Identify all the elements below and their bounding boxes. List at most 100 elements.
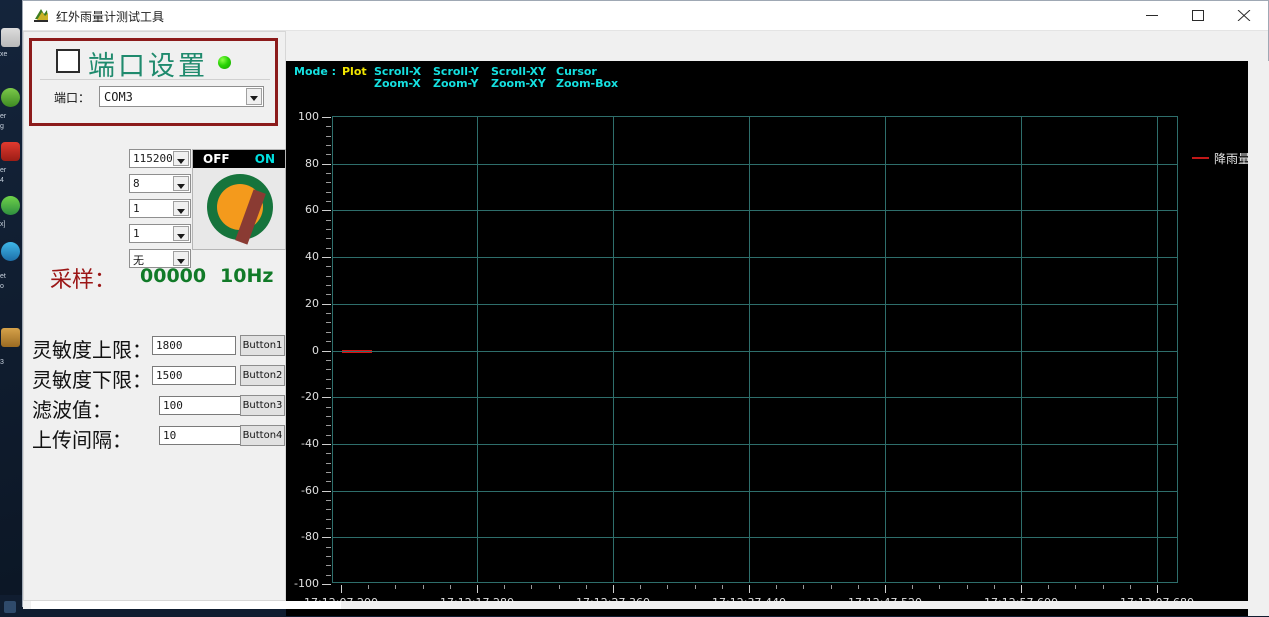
- chevron-down-icon[interactable]: [173, 226, 189, 241]
- y-axis-tick: [322, 210, 331, 211]
- y-axis-minor-tick: [326, 575, 331, 576]
- desktop-icon[interactable]: [1, 242, 20, 261]
- taskbar-item[interactable]: [4, 601, 16, 613]
- y-axis-label: -40: [301, 437, 319, 450]
- filter-value-input[interactable]: 100: [159, 396, 243, 415]
- y-axis-label: -20: [301, 390, 319, 403]
- status-strip-field: [31, 601, 341, 609]
- y-axis-minor-tick: [326, 565, 331, 566]
- button2[interactable]: Button2: [240, 365, 285, 386]
- y-axis-minor-tick: [326, 266, 331, 267]
- button4[interactable]: Button4: [240, 425, 285, 446]
- y-axis-minor-tick: [326, 453, 331, 454]
- x-axis-minor-tick: [368, 585, 369, 589]
- chevron-down-icon[interactable]: [246, 88, 262, 105]
- y-axis-minor-tick: [326, 126, 331, 127]
- y-axis-tick: [322, 164, 331, 165]
- chart-plot-area[interactable]: 100806040200-20-40-60-80-10017:12:07.200…: [294, 110, 1194, 609]
- sensitivity-upper-label: 灵敏度上限：: [32, 338, 152, 362]
- status-led-icon: [218, 56, 231, 69]
- port-settings-group: 端口设置 端口： COM3: [29, 38, 278, 126]
- filter-value-row: 滤波值： 100 Button3: [24, 392, 287, 422]
- x-axis-minor-tick: [1048, 585, 1049, 589]
- desktop-icon-label: g: [0, 123, 4, 130]
- x-axis-tick: [1157, 585, 1158, 593]
- power-switch[interactable]: OFF ON: [192, 149, 286, 250]
- grid-line-vertical: [477, 117, 478, 582]
- port-enable-checkbox[interactable]: [56, 49, 80, 73]
- y-axis-label: 100: [298, 110, 319, 123]
- desktop-icon-label: 4: [0, 177, 4, 184]
- minimize-button[interactable]: [1130, 1, 1176, 30]
- port-select[interactable]: COM3: [99, 86, 264, 107]
- y-axis-tick: [322, 537, 331, 538]
- grid-line-horizontal: [333, 164, 1177, 165]
- x-axis-tick: [885, 585, 886, 593]
- x-axis-minor-tick: [912, 585, 913, 589]
- rotary-knob-icon[interactable]: [207, 174, 273, 245]
- desktop-icon[interactable]: [1, 88, 20, 107]
- x-axis-minor-tick: [858, 585, 859, 589]
- x-axis-tick: [613, 585, 614, 593]
- knob-slot: [235, 189, 266, 245]
- grid-line-vertical: [613, 117, 614, 582]
- knob-inner: [217, 184, 266, 245]
- filter-value-value: 100: [163, 399, 183, 412]
- desktop-icon[interactable]: [1, 142, 20, 161]
- sensitivity-lower-input[interactable]: 1500: [152, 366, 236, 385]
- x-axis-minor-tick: [586, 585, 587, 589]
- button3[interactable]: Button3: [240, 395, 285, 416]
- grid-line-horizontal: [333, 397, 1177, 398]
- y-axis-label: -80: [301, 530, 319, 543]
- legend-line-marker: [1192, 157, 1209, 159]
- upload-interval-input[interactable]: 10: [159, 426, 243, 445]
- maximize-button[interactable]: [1176, 1, 1222, 30]
- title-bar[interactable]: 红外雨量计测试工具: [23, 1, 1268, 31]
- y-axis-tick: [322, 117, 331, 118]
- grid-line-vertical: [1157, 117, 1158, 582]
- plot-panel: Mode : Plot Scroll-X Scroll-Y Scroll-XY …: [286, 61, 1250, 616]
- x-axis-tick: [1021, 585, 1022, 593]
- window-client-area: 端口设置 端口： COM3 波特率： 115200 数据位： 8: [23, 31, 1269, 616]
- desktop-icon-label: xe: [0, 51, 8, 58]
- chevron-down-icon[interactable]: [173, 201, 189, 216]
- x-axis-minor-tick: [967, 585, 968, 589]
- x-axis-minor-tick: [831, 585, 832, 589]
- close-button[interactable]: [1222, 1, 1268, 30]
- desktop-icon-strip: xe er g er 4 x] et o 3: [0, 28, 22, 595]
- y-axis-minor-tick: [326, 145, 331, 146]
- x-axis-tick: [749, 585, 750, 593]
- stop-bits-row: 停止位： 1: [34, 224, 191, 244]
- settings-panel: 端口设置 端口： COM3 波特率： 115200 数据位： 8: [23, 31, 286, 601]
- grid-line-vertical: [885, 117, 886, 582]
- chevron-down-icon[interactable]: [173, 176, 189, 191]
- plot-right-margin: [1248, 61, 1269, 616]
- y-axis-minor-tick: [326, 388, 331, 389]
- y-axis-minor-tick: [326, 201, 331, 202]
- desktop-icon[interactable]: [1, 196, 20, 215]
- stop-bits-select[interactable]: 1: [129, 224, 191, 243]
- plot-mode-toolbar: Mode : Plot Scroll-X Scroll-Y Scroll-XY …: [286, 61, 1248, 90]
- y-axis-minor-tick: [326, 276, 331, 277]
- baud-rate-select[interactable]: 115200: [129, 149, 191, 168]
- y-axis-minor-tick: [326, 416, 331, 417]
- desktop-icon-label: x]: [0, 221, 6, 228]
- y-axis-minor-tick: [326, 435, 331, 436]
- x-axis-tick: [477, 585, 478, 593]
- button1[interactable]: Button1: [240, 335, 285, 356]
- sensitivity-lower-value: 1500: [156, 369, 183, 382]
- app-icon: [33, 7, 50, 24]
- desktop-icon[interactable]: [1, 28, 20, 47]
- x-axis-minor-tick: [423, 585, 424, 589]
- y-axis-tick: [322, 491, 331, 492]
- sensitivity-upper-input[interactable]: 1800: [152, 336, 236, 355]
- desktop-icon[interactable]: [1, 328, 20, 347]
- y-axis-minor-tick: [326, 528, 331, 529]
- data-bits-select[interactable]: 8: [129, 174, 191, 193]
- chevron-down-icon[interactable]: [173, 151, 189, 166]
- x-axis-minor-tick: [994, 585, 995, 589]
- mode-plot-button[interactable]: Plot: [342, 65, 367, 78]
- start-bits-select[interactable]: 1: [129, 199, 191, 218]
- window-title: 红外雨量计测试工具: [56, 10, 165, 24]
- y-axis-label: 80: [305, 157, 319, 170]
